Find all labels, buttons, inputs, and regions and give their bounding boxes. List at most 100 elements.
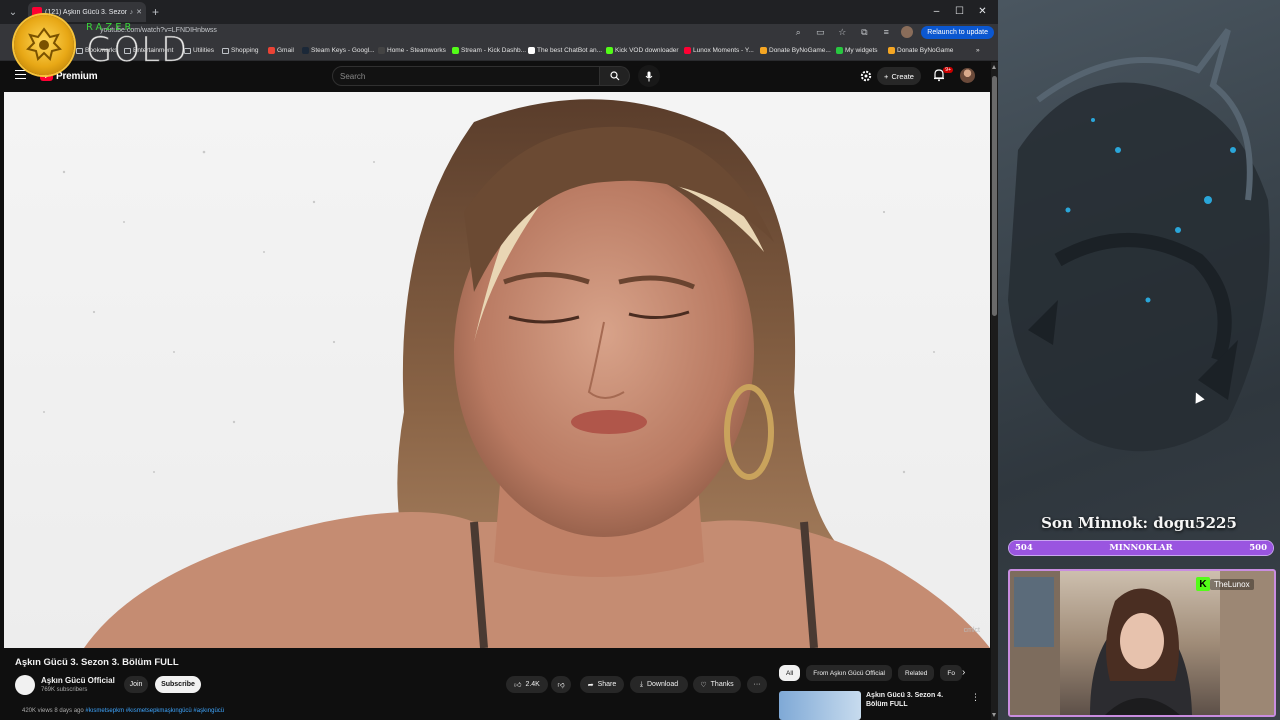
star-icon[interactable]: ☆	[835, 25, 849, 39]
like-count: 2.4K	[525, 681, 540, 688]
media-control-icon[interactable]: ≡	[879, 25, 893, 39]
tab-close-icon[interactable]: ✕	[136, 8, 142, 16]
channel-avatar[interactable]	[15, 675, 35, 695]
search-icon	[609, 71, 619, 81]
site-favicon-icon	[378, 47, 385, 54]
stream-overlay-panel: Son Minnok: dogu5225 504 MINNOKLAR 500 K…	[998, 0, 1280, 720]
zoom-icon[interactable]: ⌕	[791, 25, 805, 39]
bookmark-label: Home - Steamworks	[387, 47, 446, 54]
scroll-up-arrow-icon[interactable]	[992, 65, 996, 69]
site-favicon-icon	[760, 47, 767, 54]
bookmark-label: Utilities	[193, 47, 214, 54]
bookmark-item[interactable]: Steam Keys - Googl...	[302, 47, 375, 54]
chip-1[interactable]: From Aşkın Gücü Official	[806, 665, 892, 681]
studio-gear-icon[interactable]	[860, 70, 872, 82]
razer-gold-logo	[14, 15, 74, 75]
account-avatar[interactable]	[960, 68, 975, 83]
bookmark-item[interactable]: Utilities	[184, 47, 214, 54]
bookmark-item[interactable]: Donate ByNoGame	[888, 47, 953, 54]
chip-2[interactable]: Related	[898, 665, 935, 681]
thumbs-down-icon: 👎︎	[557, 682, 565, 689]
like-button[interactable]: 👍︎ 2.4K	[506, 676, 548, 693]
join-button[interactable]: Join	[124, 676, 148, 693]
folder-icon	[76, 47, 83, 54]
close-window-button[interactable]: ✕	[971, 2, 994, 20]
bookmark-item[interactable]: Lunox Moments - Y...	[684, 47, 754, 54]
bookmark-label: Donate ByNoGame...	[769, 47, 831, 54]
create-button[interactable]: + Create	[877, 67, 921, 85]
goal-label: MINNOKLAR	[1109, 543, 1173, 553]
bookmark-item[interactable]: Gmail	[268, 47, 294, 54]
more-vertical-icon[interactable]: ⋮	[971, 692, 980, 703]
dislike-button[interactable]: 👎︎	[551, 676, 571, 693]
download-button[interactable]: ⤓ Download	[630, 676, 688, 693]
site-favicon-icon	[452, 47, 459, 54]
bookmark-label: My widgets	[845, 47, 878, 54]
browser-window: ⌄ (121) Aşkın Gücü 3. Sezon ♪ ✕ + – ☐ ✕ …	[0, 0, 998, 720]
audio-icon[interactable]: ♪	[130, 9, 134, 16]
relaunch-button[interactable]: Relaunch to update	[921, 25, 994, 39]
site-favicon-icon	[528, 47, 535, 54]
video-title: Aşkın Gücü 3. Sezon 3. Bölüm FULL	[15, 657, 179, 668]
site-favicon-icon	[836, 47, 843, 54]
thanks-icon: ♡	[700, 681, 707, 689]
thanks-button[interactable]: ♡ Thanks	[693, 676, 741, 693]
maximize-button[interactable]: ☐	[948, 2, 971, 20]
video-hashtags[interactable]: #kısmetsepkm #kısmetsepkmaşkıngücü #aşkı…	[85, 708, 224, 714]
share-button[interactable]: ➦ Share	[580, 676, 624, 693]
chip-0[interactable]: All	[779, 665, 801, 681]
notifications-button[interactable]: 9+	[932, 67, 953, 84]
profile-avatar[interactable]	[901, 26, 914, 38]
cast-icon[interactable]: ▭	[813, 25, 827, 39]
plus-icon: +	[884, 71, 889, 81]
site-favicon-icon	[268, 47, 275, 54]
video-meta: 420K views 8 days ago #kısmetsepkm #kısm…	[22, 708, 224, 714]
bookmark-item[interactable]: Donate ByNoGame...	[760, 47, 831, 54]
extensions-icon[interactable]: ⧉	[857, 25, 871, 39]
notification-badge: 9+	[943, 67, 953, 73]
subscribe-button[interactable]: Subscribe	[155, 676, 201, 693]
thanks-label: Thanks	[710, 681, 734, 688]
bookmark-label: Gmail	[277, 47, 294, 54]
recommendation-chips: All From Aşkın Gücü Official Related Fo	[779, 665, 962, 681]
share-icon: ➦	[587, 681, 594, 689]
more-actions-button[interactable]: ···	[747, 676, 767, 693]
goal-target: 500	[1249, 543, 1267, 553]
bookmark-item[interactable]: Stream - Kick Dashb...	[452, 47, 526, 54]
scrollbar-thumb[interactable]	[992, 76, 997, 316]
bookmarks-overflow-icon[interactable]: »	[976, 47, 980, 54]
search-button[interactable]	[600, 66, 630, 86]
recommended-video-title[interactable]: Aşkın Gücü 3. Sezon 4. Bölüm FULL	[866, 691, 966, 709]
razer-snake-icon	[26, 27, 62, 61]
chevron-right-icon[interactable]: ›	[962, 667, 974, 679]
address-bar-actions: ⌕ ▭ ☆ ⧉ ≡ Relaunch to update	[791, 25, 994, 39]
dragon-artwork	[1008, 28, 1270, 452]
bookmark-item[interactable]: Home - Steamworks	[378, 47, 446, 54]
bookmark-item[interactable]: Shopping	[222, 47, 258, 54]
search-input[interactable]: Search	[332, 66, 600, 86]
page-scrollbar[interactable]	[991, 62, 998, 720]
webcam-feed	[1010, 571, 1274, 715]
bookmark-item[interactable]: The best ChatBot an...	[528, 47, 602, 54]
channel-name[interactable]: Aşkın Gücü Official	[41, 676, 115, 685]
bookmark-label: Donate ByNoGame	[897, 47, 954, 54]
thumbs-up-icon: 👍︎	[514, 682, 522, 689]
video-frame	[43, 99, 990, 648]
chip-3[interactable]: Fo	[940, 665, 962, 681]
video-watermark: cmlct	[963, 627, 980, 634]
download-label: Download	[646, 681, 679, 688]
recommended-video-thumbnail[interactable]	[779, 691, 861, 720]
voice-search-button[interactable]	[638, 65, 660, 87]
video-player[interactable]: cmlct	[4, 92, 990, 648]
microphone-icon	[645, 71, 653, 81]
bookmark-label: Steam Keys - Googl...	[311, 47, 375, 54]
scroll-down-arrow-icon[interactable]	[992, 713, 996, 717]
tab-strip: ⌄ (121) Aşkın Gücü 3. Sezon ♪ ✕ + – ☐ ✕	[0, 0, 998, 24]
bookmark-label: Stream - Kick Dashb...	[461, 47, 527, 54]
channel-subscribers: 769K subscribers	[41, 687, 88, 693]
new-tab-button[interactable]: +	[152, 5, 159, 19]
view-count-date: 420K views 8 days ago	[22, 708, 84, 714]
bookmark-item[interactable]: My widgets	[836, 47, 878, 54]
minimize-button[interactable]: –	[925, 2, 948, 20]
bookmark-item[interactable]: Kick VOD downloader	[606, 47, 679, 54]
